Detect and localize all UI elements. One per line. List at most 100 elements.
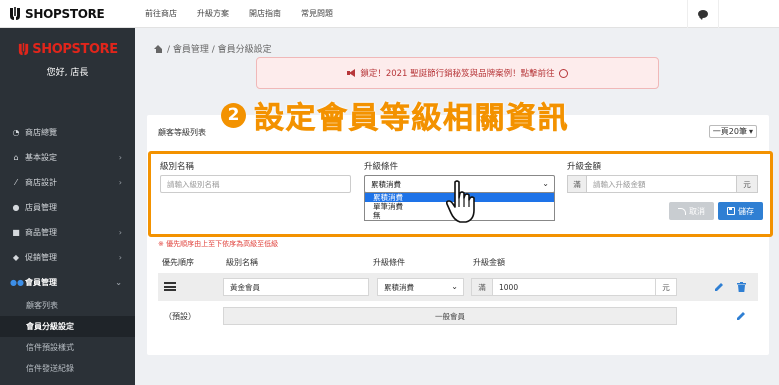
sidebar-item-store-design[interactable]: ⁄ 商店設計 ›: [0, 170, 135, 195]
row-condition-select[interactable]: 累積消費 ⌄: [377, 278, 464, 296]
trash-icon[interactable]: [737, 282, 746, 292]
cancel-button[interactable]: 取消: [669, 202, 714, 220]
top-nav: 前往商店 升級方案 開店指南 常見問題: [135, 0, 343, 28]
sidebar-item-members[interactable]: ●● 會員管理 ⌄: [0, 270, 135, 295]
hand-pointer-icon: [446, 180, 475, 223]
table-row-default: （預設） 一般會員: [158, 305, 758, 327]
floppy-disk-icon: [727, 207, 735, 215]
sidebar-item-label: 促銷管理: [25, 253, 57, 262]
amount-prefix: 滿: [567, 175, 587, 193]
priority-hint: ※ 優先順序由上至下依序為高級至低級: [158, 240, 279, 248]
sidebar-item-products[interactable]: ■ 商品管理 ›: [0, 220, 135, 245]
save-button[interactable]: 儲存: [718, 202, 763, 220]
sidebar-logo-text: SHOPSTORE: [32, 42, 118, 57]
row-condition-value: 累積消費: [384, 282, 414, 292]
subitem-default-email-style[interactable]: 信件預設樣式: [0, 337, 135, 358]
shopstore-logo-icon: [8, 6, 22, 22]
step-number-badge: 2: [221, 102, 246, 128]
sidebar-brand: SHOPSTORE 您好, 店長: [0, 42, 135, 78]
sidebar-menu: ◔ 商店總覽 ⌂ 基本設定 › ⁄ 商店設計 › ● 店員管理 ■ 商品管理 ›…: [0, 120, 135, 379]
table-row: 黃金會員 累積消費 ⌄ 滿 1000 元: [158, 273, 758, 301]
subitem-customer-list[interactable]: 顧客列表: [0, 295, 135, 316]
megaphone-icon: [347, 69, 356, 77]
sidebar-item-label: 店員管理: [25, 203, 57, 212]
chevron-right-icon: ›: [118, 153, 122, 162]
box-icon: ■: [12, 228, 20, 237]
edit-pencil-icon[interactable]: [714, 282, 724, 292]
bank-icon: ⌂: [13, 153, 19, 162]
page-size-select[interactable]: 一頁20筆 ▾: [708, 125, 757, 138]
user-lock-icon: ●: [12, 203, 20, 212]
tutorial-step-title: 2 設定會員等級相關資訊: [221, 97, 569, 136]
chevron-right-icon: ›: [118, 228, 122, 237]
smile-icon: [558, 68, 568, 78]
drag-handle-icon[interactable]: [164, 282, 176, 291]
sidebar-item-promotions[interactable]: ◆ 促銷管理 ›: [0, 245, 135, 270]
row-level-name-input[interactable]: 黃金會員: [223, 278, 369, 296]
col-level-name: 級別名稱: [226, 258, 258, 267]
default-row-label: （預設）: [164, 312, 196, 321]
nav-faq[interactable]: 常見問題: [291, 8, 343, 19]
upgrade-amount-input[interactable]: 請輸入升級金額: [586, 175, 737, 193]
nav-store-guide[interactable]: 開店指南: [239, 8, 291, 19]
sidebar-item-label: 商品管理: [25, 228, 57, 237]
breadcrumb-text: / 會員管理 / 會員分級設定: [167, 45, 272, 55]
users-icon: ●●: [10, 278, 24, 287]
sidebar-item-staff[interactable]: ● 店員管理: [0, 195, 135, 220]
upgrade-amount-label: 升級金額: [567, 162, 602, 172]
chat-bubble-icon: [698, 10, 708, 20]
cancel-label: 取消: [689, 206, 705, 216]
tier-table-header: 優先順序 級別名稱 升級條件 升級金額: [158, 255, 758, 271]
upgrade-condition-label: 升級條件: [364, 162, 399, 172]
default-level-name: 一般會員: [223, 307, 677, 325]
chevron-down-icon: ▾: [748, 127, 753, 136]
sidebar-item-store-overview[interactable]: ◔ 商店總覽: [0, 120, 135, 145]
tutorial-step-text: 設定會員等級相關資訊: [254, 101, 569, 137]
shopstore-logo-icon-red: [19, 43, 29, 56]
sidebar-item-basic-settings[interactable]: ⌂ 基本設定 ›: [0, 145, 135, 170]
home-icon[interactable]: [154, 44, 163, 53]
row-amount-suffix: 元: [655, 278, 677, 296]
tags-icon: ◆: [12, 253, 20, 262]
subitem-email-log[interactable]: 信件發送紀錄: [0, 358, 135, 379]
greeting: 您好, 店長: [46, 68, 89, 78]
level-name-label: 級別名稱: [160, 162, 195, 172]
chevron-down-icon: ⌄: [542, 179, 549, 188]
amount-suffix: 元: [736, 175, 758, 193]
undo-icon: [678, 207, 686, 215]
save-label: 儲存: [738, 206, 754, 216]
row-amount-prefix: 滿: [471, 278, 493, 296]
sidebar-item-label: 商店總覽: [25, 128, 57, 137]
nav-go-to-store[interactable]: 前往商店: [135, 8, 187, 19]
col-priority: 優先順序: [162, 258, 194, 267]
col-upgrade-condition: 升級條件: [373, 258, 405, 267]
row-amount-input[interactable]: 1000: [492, 278, 656, 296]
sidebar-item-label: 商店設計: [25, 178, 57, 187]
sidebar-logo: SHOPSTORE: [17, 42, 118, 57]
upgrade-condition-value: 累積消費: [371, 179, 401, 189]
header-logo[interactable]: SHOPSTORE: [0, 0, 135, 28]
chat-button[interactable]: [687, 0, 719, 28]
sidebar: SHOPSTORE 您好, 店長 ◔ 商店總覽 ⌂ 基本設定 › ⁄ 商店設計 …: [0, 28, 135, 385]
promo-banner[interactable]: 鎖定！2021 聖誕節行銷秘笈與品牌案例！點擊前往: [256, 57, 659, 89]
level-name-input[interactable]: 請輸入級別名稱: [160, 175, 351, 193]
breadcrumb: / 會員管理 / 會員分級設定: [154, 42, 272, 55]
chevron-right-icon: ›: [118, 253, 122, 262]
members-submenu: 顧客列表 會員分級設定 信件預設樣式 信件發送紀錄: [0, 295, 135, 379]
subitem-member-tier-settings[interactable]: 會員分級設定: [0, 316, 135, 337]
chevron-right-icon: ›: [118, 178, 122, 187]
top-bar: SHOPSTORE 前往商店 升級方案 開店指南 常見問題: [0, 0, 779, 28]
promo-text: 鎖定！2021 聖誕節行銷秘笈與品牌案例！點擊前往: [360, 69, 555, 79]
panel-title: 顧客等級列表: [158, 128, 206, 137]
page-size-value: 一頁20筆: [712, 127, 747, 136]
sidebar-item-label: 基本設定: [25, 153, 57, 162]
magic-wand-icon: ⁄: [15, 178, 17, 187]
chevron-down-icon: ⌄: [451, 282, 458, 291]
edit-pencil-icon[interactable]: [736, 311, 746, 321]
nav-upgrade-plan[interactable]: 升級方案: [187, 8, 239, 19]
sidebar-item-label: 會員管理: [25, 278, 57, 287]
logo-text: SHOPSTORE: [25, 6, 105, 21]
col-upgrade-amount: 升級金額: [473, 258, 505, 267]
chevron-down-icon: ⌄: [115, 278, 122, 287]
dashboard-icon: ◔: [12, 128, 20, 137]
